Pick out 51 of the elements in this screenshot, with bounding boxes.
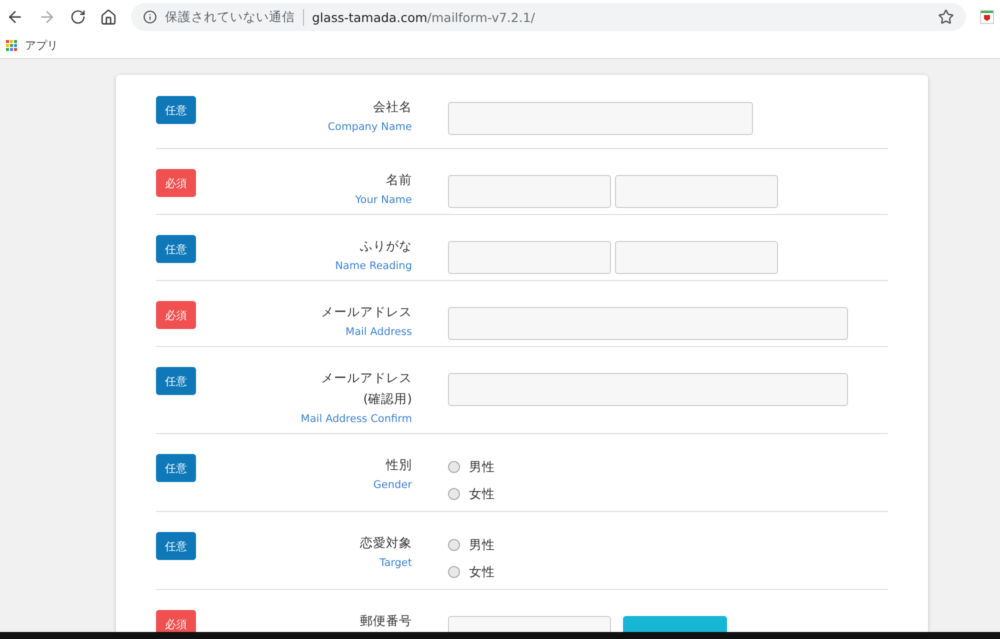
field-label-english: Mail Address [346, 325, 412, 340]
option-label: 男性 [469, 536, 495, 554]
forward-icon[interactable] [38, 8, 56, 26]
field-label: 郵便番号 [360, 612, 412, 630]
input-field[interactable] [615, 175, 778, 208]
input-field[interactable] [615, 241, 778, 274]
field-label-english: Mail Address Confirm [300, 412, 412, 427]
address-bar[interactable]: 保護されていない通信 glass-tamada.com/mailform-v7.2.1/ [131, 3, 966, 31]
field-label-english: Company Name [328, 120, 412, 135]
radio-button[interactable] [448, 539, 460, 551]
url-text: glass-tamada.com/mailform-v7.2.1/ [312, 10, 535, 24]
radio-button[interactable] [448, 566, 460, 578]
input-field[interactable] [448, 175, 611, 208]
field-label-english: Your Name [355, 193, 412, 208]
star-icon[interactable] [938, 9, 954, 25]
radio-button[interactable] [448, 461, 460, 473]
option-label: 男性 [469, 458, 495, 476]
field-label: 会社名 [373, 98, 412, 116]
option-label: 女性 [469, 485, 495, 503]
field-label-english: Target [380, 556, 412, 571]
field-label: 性別 [386, 456, 412, 474]
badge: 必須 [156, 301, 196, 329]
input-field[interactable] [448, 241, 611, 274]
field-label-english: Name Reading [335, 259, 412, 274]
badge: 必須 [156, 169, 196, 197]
field-label: メールアドレス [321, 369, 412, 387]
field-label: ふりがな [360, 237, 412, 255]
extension-icon[interactable] [980, 10, 994, 24]
input-field[interactable] [448, 307, 848, 340]
apps-grid-icon[interactable] [6, 40, 17, 50]
input-field[interactable] [448, 102, 753, 135]
field-label-english: Gender [373, 478, 412, 493]
field-label: 名前 [386, 171, 412, 189]
badge: 任意 [156, 454, 196, 482]
option-label: 女性 [469, 563, 495, 581]
info-icon[interactable] [143, 10, 157, 24]
bookmark-label[interactable]: アプリ [25, 38, 58, 52]
back-icon[interactable] [6, 8, 24, 26]
reload-icon[interactable] [70, 9, 86, 25]
badge: 任意 [156, 367, 196, 395]
home-icon[interactable] [100, 8, 117, 26]
badge: 任意 [156, 235, 196, 263]
field-label: 恋愛対象 [360, 534, 412, 552]
field-label: (確認用) [363, 390, 412, 408]
badge: 任意 [156, 532, 196, 560]
badge: 任意 [156, 96, 196, 124]
badge: 必須 [156, 610, 196, 632]
input-field[interactable] [448, 373, 848, 406]
field-label: メールアドレス [321, 303, 412, 321]
radio-button[interactable] [448, 488, 460, 500]
security-label: 保護されていない通信 [165, 8, 304, 26]
